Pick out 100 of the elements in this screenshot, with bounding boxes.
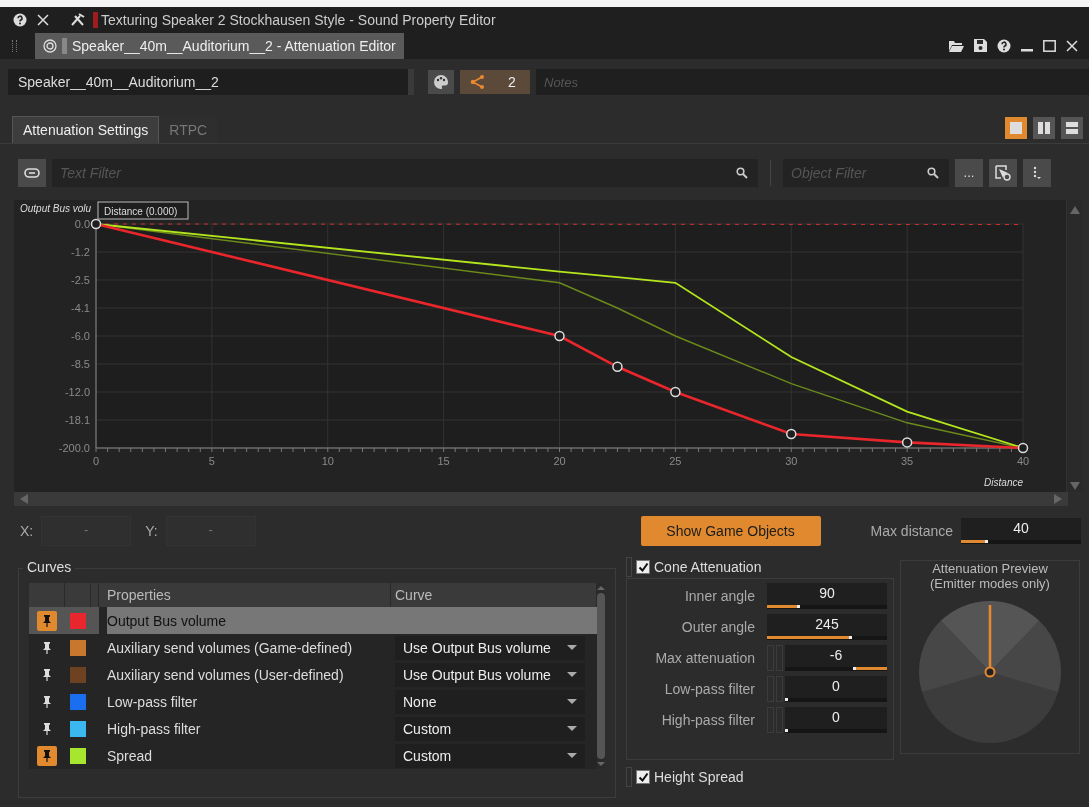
drag-handle[interactable] xyxy=(626,767,632,787)
y-tick-label: -4.1 xyxy=(71,302,90,314)
caret-icon xyxy=(567,672,577,677)
caret-icon xyxy=(567,726,577,731)
layout-button[interactable] xyxy=(1033,117,1055,139)
x-tick-label: 30 xyxy=(785,455,798,467)
checkbox-label: Cone Attenuation xyxy=(654,559,762,575)
value-slider[interactable]: 0 xyxy=(785,707,887,733)
y-label: Y: xyxy=(145,523,158,539)
curve-row[interactable]: Output Bus volume xyxy=(29,607,597,634)
pin-icon xyxy=(42,668,52,681)
palette-button[interactable] xyxy=(428,70,454,94)
value-slider[interactable]: 245 xyxy=(767,614,887,640)
caret-icon xyxy=(567,699,577,704)
layout-icon xyxy=(1065,121,1079,135)
y-tick-label: -12.0 xyxy=(64,386,90,398)
curve-dropdown[interactable]: Use Output Bus volume xyxy=(395,635,585,660)
curve-row[interactable]: Auxiliary send volumes (Game-defined) Use Output Bus volume xyxy=(29,634,597,661)
target-icon xyxy=(43,38,57,53)
search-icon[interactable] xyxy=(927,167,939,179)
property-name: Spread xyxy=(106,747,154,764)
pin-icon xyxy=(42,749,52,762)
checkmark-icon xyxy=(637,771,649,783)
x-tick-label: 5 xyxy=(208,455,215,467)
preview-subtitle: (Emitter modes only) xyxy=(930,576,1050,591)
value-slider[interactable]: 90 xyxy=(767,583,887,609)
curve-row[interactable]: Auxiliary send volumes (User-defined) Use Output Bus volume xyxy=(29,661,597,688)
checkbox[interactable] xyxy=(636,560,650,574)
palette-icon xyxy=(434,75,448,89)
horizontal-scrollbar[interactable] xyxy=(14,492,1068,506)
pin-icon xyxy=(42,722,52,735)
curve-row[interactable]: Spread Custom xyxy=(29,742,597,769)
property-name: Output Bus volume xyxy=(106,612,228,629)
property-label: Low-pass filter xyxy=(664,681,755,697)
pin-toggle[interactable] xyxy=(37,610,57,631)
curve-dropdown[interactable]: Custom xyxy=(395,716,585,741)
show-game-objects-button[interactable]: Show Game Objects xyxy=(640,516,821,546)
x-tick-label: 35 xyxy=(901,455,914,467)
x-tick-label: 40 xyxy=(1016,455,1030,467)
share-button[interactable]: 2 xyxy=(460,70,530,94)
value-slider[interactable]: -6 xyxy=(785,645,887,671)
curve-row[interactable]: High-pass filter Custom xyxy=(29,715,597,742)
tooltip: Distance (0.000) xyxy=(97,201,189,220)
y-tick-label: -2.5 xyxy=(71,274,90,286)
property-label: Max attenuation xyxy=(655,650,755,666)
options-button[interactable] xyxy=(1023,159,1051,187)
filter-mode-button[interactable] xyxy=(989,159,1017,187)
maximize-icon[interactable] xyxy=(1043,39,1056,52)
y-tick-label: -6.0 xyxy=(71,330,90,342)
x-tick-label: 25 xyxy=(669,455,682,467)
checkmark-icon xyxy=(637,561,649,573)
name-field[interactable]: Speaker__40m__Auditorium__2 xyxy=(8,69,414,95)
drag-handle[interactable] xyxy=(12,39,17,52)
property-label: High-pass filter xyxy=(661,712,755,728)
y-tick-label: -18.1 xyxy=(64,414,90,426)
pin-toggle[interactable] xyxy=(37,745,57,766)
x-axis-title: Distance xyxy=(984,477,1023,488)
share-icon xyxy=(470,75,486,89)
search-icon[interactable] xyxy=(736,167,748,179)
y-tick-label: 0.0 xyxy=(74,218,90,230)
color-marker xyxy=(62,37,67,54)
checkbox-label: Height Spread xyxy=(654,769,744,785)
y-tick-label: -1.2 xyxy=(71,246,90,258)
y-tick-label: -200.0 xyxy=(58,442,90,454)
drag-handle[interactable] xyxy=(626,557,632,577)
close-icon[interactable] xyxy=(37,13,49,26)
folder-icon[interactable] xyxy=(949,39,964,52)
y-axis-title: Output Bus volu xyxy=(20,203,92,214)
help-icon[interactable] xyxy=(997,38,1011,53)
x-tick-label: 15 xyxy=(437,455,450,467)
caret-icon xyxy=(567,645,577,650)
layout-button[interactable] xyxy=(1061,117,1083,139)
curve-dropdown[interactable]: None xyxy=(395,689,585,714)
x-tick-label: 0 xyxy=(92,455,100,467)
curves-drawing[interactable] xyxy=(90,218,1029,454)
more-button[interactable]: ... xyxy=(955,159,983,187)
link-icon xyxy=(24,168,40,178)
y-tick-label: -8.5 xyxy=(71,358,90,370)
attenuation-graph[interactable]: 0.0 -1.2 -2.5 -4.1 -6.0 -8.5 -12.0 -18.1 -200.0 0 5 10 15 20 25 30 35 40 Output Bus volu Distance (0.000) Distance xyxy=(14,200,1066,492)
checkbox[interactable] xyxy=(636,770,650,784)
max-distance-label: Max distance xyxy=(870,523,953,539)
max-distance-field[interactable]: 40 xyxy=(961,518,1081,544)
tab[interactable]: Attenuation Settings xyxy=(12,116,160,143)
save-icon[interactable] xyxy=(974,39,987,52)
layout-icon xyxy=(1037,121,1051,135)
curve-row[interactable]: Low-pass filter None xyxy=(29,688,597,715)
value-slider[interactable]: 0 xyxy=(785,676,887,702)
x-tick-label: 20 xyxy=(553,455,566,467)
cursor-icon xyxy=(995,165,1011,181)
pin-icon xyxy=(42,695,52,708)
curve-dropdown[interactable]: Custom xyxy=(395,743,585,768)
preview-title: Attenuation Preview xyxy=(932,561,1048,576)
x-tick-label: 10 xyxy=(321,455,334,467)
help-icon[interactable] xyxy=(13,12,27,27)
editor-tab[interactable]: Speaker__40m__Auditorium__2 - Attenuation Editor xyxy=(35,32,404,59)
link-button[interactable] xyxy=(18,159,46,187)
curve-dropdown[interactable]: Use Output Bus volume xyxy=(395,662,585,687)
close-icon[interactable] xyxy=(1066,39,1078,52)
property-name: High-pass filter xyxy=(106,720,202,737)
layout-icon xyxy=(1009,121,1023,135)
